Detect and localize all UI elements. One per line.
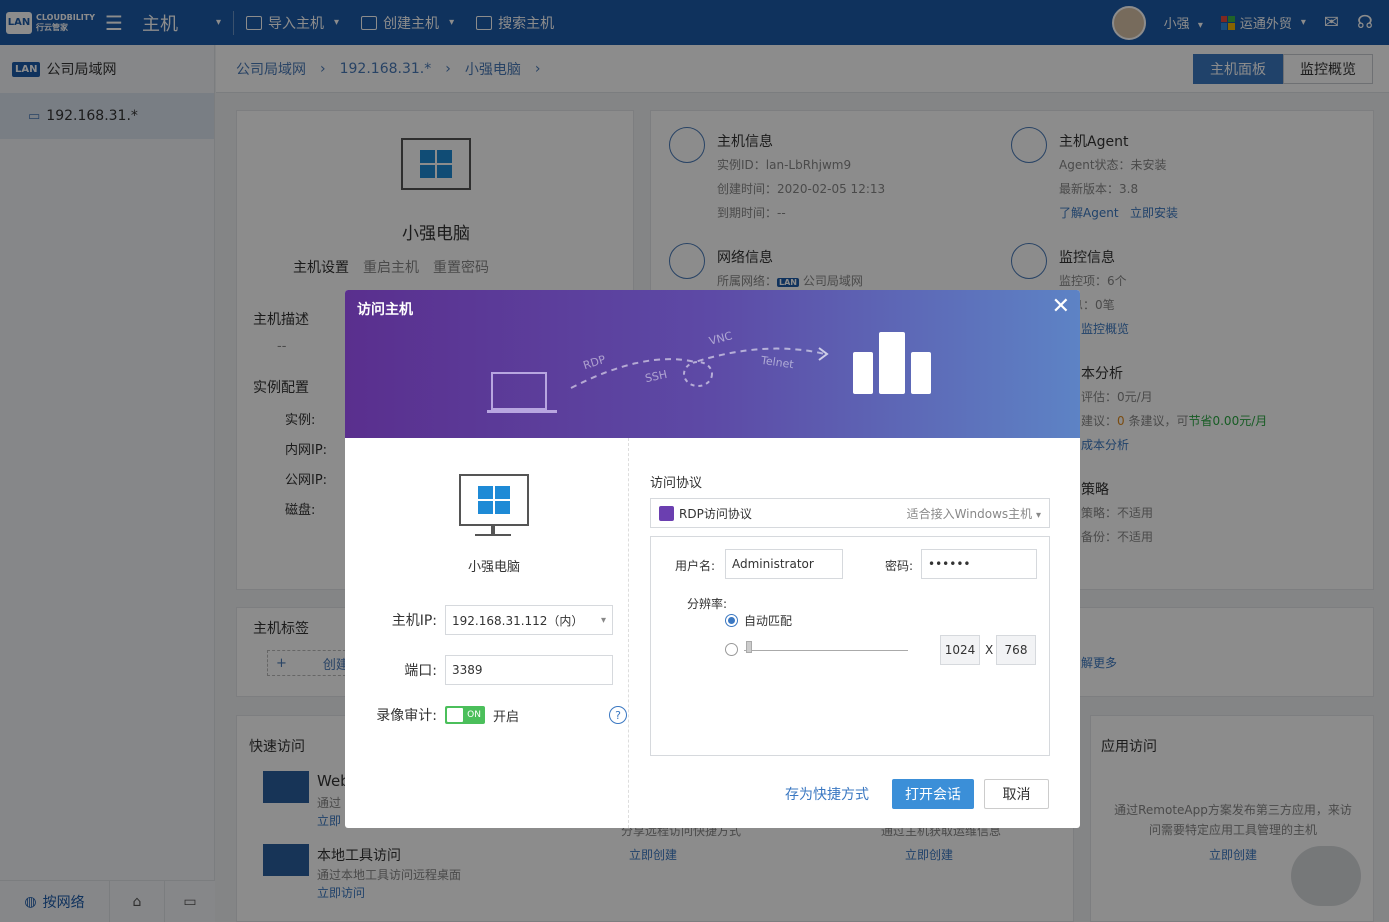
port-row: 端口: 3389 <box>345 655 629 685</box>
record-label: 录像审计: <box>376 708 437 724</box>
resolution-label: 分辨率: <box>687 597 728 611</box>
rdp-icon <box>659 505 674 521</box>
servers-icon <box>853 332 931 394</box>
dialog-host-name: 小强电脑 <box>467 560 520 575</box>
res-width-input[interactable]: 1024 <box>940 635 980 665</box>
resolution-slider[interactable] <box>744 640 908 653</box>
username-value: Administrator <box>732 557 814 571</box>
protocol-value: RDP访问协议 <box>679 506 752 521</box>
password-label: 密码: <box>885 559 914 573</box>
access-config: 访问协议 RDP访问协议 适合接入Windows主机 ▾ 用户名: Admini… <box>650 438 1060 828</box>
password-input[interactable]: •••••• <box>921 549 1037 579</box>
help-icon[interactable]: ? <box>609 706 628 724</box>
connection-path <box>570 347 829 389</box>
slider-handle[interactable] <box>746 640 752 653</box>
res-custom-option <box>725 640 908 656</box>
protocol-selected: RDP访问协议 <box>659 505 752 522</box>
protocol-hint-text: 适合接入Windows主机 <box>906 506 1033 521</box>
windows-monitor-icon <box>459 474 529 526</box>
save-shortcut-button[interactable]: 存为快捷方式 <box>781 779 873 809</box>
record-row: 录像审计: ON 开启 ? <box>345 706 629 725</box>
monitor-base <box>475 534 511 536</box>
dialog-header: 访问主机 ✕ RDP SSH VNC Telnet <box>345 290 1080 438</box>
port-input[interactable]: 3389 <box>445 655 613 685</box>
monitor-stand <box>491 526 495 534</box>
record-state: 开启 <box>493 709 520 725</box>
record-toggle[interactable]: ON <box>445 706 485 724</box>
chevron-down-icon: ▾ <box>1035 509 1041 521</box>
protocol-hint: 适合接入Windows主机 ▾ <box>907 505 1041 522</box>
port-value: 3389 <box>452 663 483 677</box>
res-height-value: 768 <box>1004 643 1028 657</box>
access-host-dialog: 访问主机 ✕ RDP SSH VNC Telnet 小强电脑 主机IP: 192… <box>345 290 1080 828</box>
res-width-value: 1024 <box>944 643 976 657</box>
res-height-input[interactable]: 768 <box>996 635 1036 665</box>
credentials-box: 用户名: Administrator 密码: •••••• 分辨率: 自动匹配 … <box>650 536 1050 756</box>
res-auto-option[interactable]: 自动匹配 <box>725 612 792 629</box>
ip-row: 主机IP: 192.168.31.112（内） ▾ <box>345 605 629 635</box>
open-session-button[interactable]: 打开会话 <box>892 779 974 809</box>
ip-label: 主机IP: <box>391 613 437 629</box>
res-auto-radio[interactable] <box>725 614 738 627</box>
res-custom-radio[interactable] <box>725 643 738 656</box>
protocol-label: 访问协议 <box>650 476 703 491</box>
username-input[interactable]: Administrator <box>725 549 843 579</box>
ip-value: 192.168.31.112（内） <box>452 613 584 628</box>
protocol-select[interactable]: RDP访问协议 适合接入Windows主机 ▾ <box>650 498 1050 528</box>
username-label: 用户名: <box>675 559 716 573</box>
password-value: •••••• <box>928 557 971 571</box>
record-toggle-text: ON <box>467 710 481 720</box>
host-summary: 小强电脑 主机IP: 192.168.31.112（内） ▾ 端口: 3389 … <box>345 438 629 828</box>
res-auto-label: 自动匹配 <box>744 614 793 628</box>
cancel-button[interactable]: 取消 <box>984 779 1049 809</box>
ip-select[interactable]: 192.168.31.112（内） ▾ <box>445 605 613 635</box>
chevron-down-icon: ▾ <box>600 614 606 626</box>
port-label: 端口: <box>404 663 437 679</box>
res-x-label: X <box>985 643 994 657</box>
